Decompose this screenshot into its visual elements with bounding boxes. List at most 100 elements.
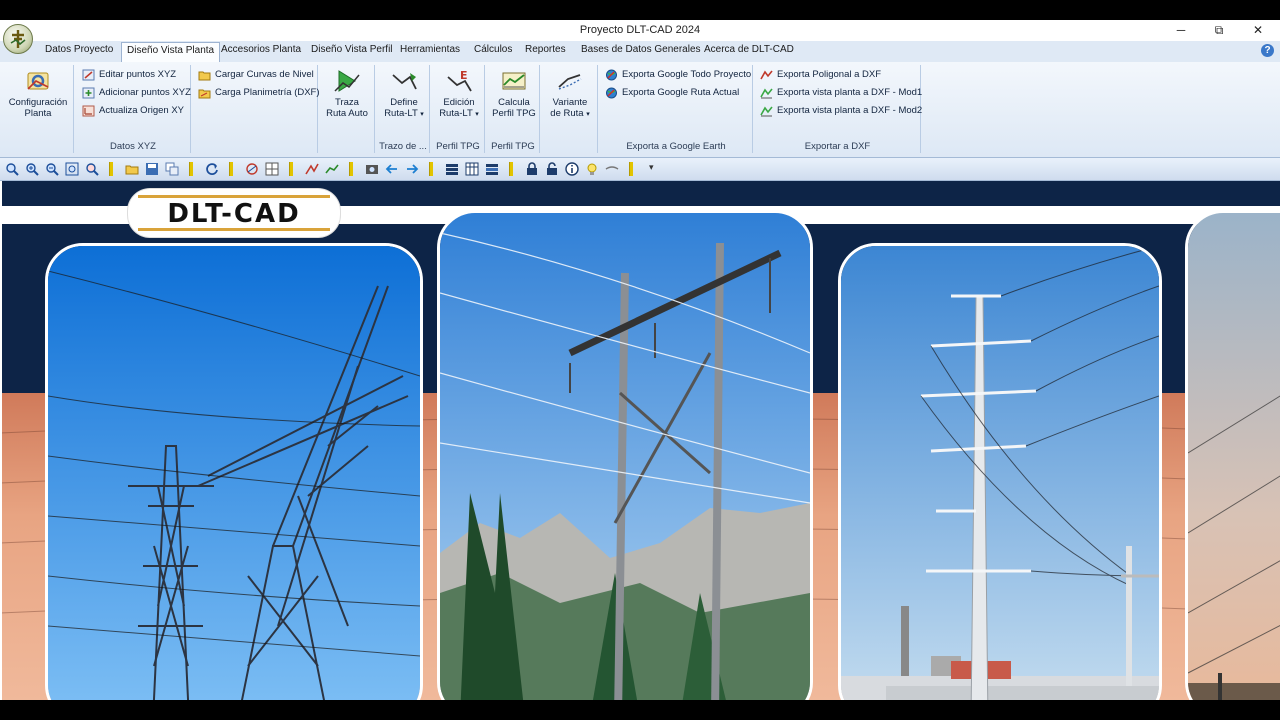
exporta-planta-mod1-button[interactable]: Exporta vista planta a DXF - Mod1 [760, 85, 922, 101]
light-icon[interactable] [585, 162, 599, 176]
toolbar-separator [629, 162, 633, 176]
cargar-curvas-nivel-button[interactable]: Cargar Curvas de Nivel [198, 67, 314, 83]
table-icon[interactable] [465, 162, 479, 176]
photo-panel-lattice-towers [45, 243, 423, 700]
app-logo-icon[interactable] [3, 24, 33, 54]
edicion-ruta-lt-button[interactable]: E Edición Ruta-LT ▾ [434, 67, 484, 120]
toolbar-separator [349, 162, 353, 176]
tab-diseno-vista-planta[interactable]: Diseño Vista Planta [121, 42, 221, 62]
dlt-cad-logo: DLT-CAD [128, 189, 340, 237]
editar-puntos-xyz-button[interactable]: Editar puntos XYZ [82, 67, 176, 83]
logo-rule-top [138, 195, 330, 198]
group-curvas: Cargar Curvas de Nivel Carga Planimetría… [193, 65, 320, 153]
toolbar-separator [429, 162, 433, 176]
edit-route-icon: E [447, 69, 472, 92]
arrow-right-icon[interactable] [405, 162, 419, 176]
layers-icon[interactable] [445, 162, 459, 176]
calcula-perfil-tpg-button[interactable]: Calcula Perfil TPG [489, 67, 539, 119]
logo-rule-bottom [138, 228, 330, 231]
google-earth-icon [606, 69, 617, 81]
zoom-extents-icon[interactable] [5, 162, 19, 176]
carga-planimetria-button[interactable]: Carga Planimetría (DXF) [198, 85, 320, 101]
minimize-button[interactable]: ─ [1166, 22, 1196, 39]
configuracion-planta-button[interactable]: Configuración Planta [6, 67, 70, 119]
toolbar-separator [189, 162, 193, 176]
group-edicion: E Edición Ruta-LT ▾ Perfil TPG [432, 65, 485, 153]
adicionar-puntos-xyz-button[interactable]: Adicionar puntos XYZ [82, 85, 191, 101]
photo-panel-monopole [838, 243, 1162, 700]
zoom-in-icon[interactable] [25, 162, 39, 176]
close-button[interactable]: ✕ [1243, 22, 1273, 39]
tab-bases-de-datos[interactable]: Bases de Datos Generales [581, 44, 701, 55]
tab-calculos[interactable]: Cálculos [474, 44, 512, 55]
info-icon[interactable] [565, 162, 579, 176]
profile-chart-icon [502, 72, 526, 90]
list-icon[interactable] [485, 162, 499, 176]
splash-canvas: DLT-CAD [0, 181, 1280, 700]
group-google-earth: Exporta Google Todo Proyecto Exporta Goo… [600, 65, 753, 153]
group-variante: Variante de Ruta ▾ [542, 65, 598, 153]
perfil-tpg-label-2: Perfil TPG [491, 141, 535, 152]
zoom-out-icon[interactable] [45, 162, 59, 176]
toolbar-overflow-button[interactable]: ▾ [649, 162, 663, 176]
add-points-icon [82, 87, 95, 99]
tab-reportes[interactable]: Reportes [525, 44, 566, 55]
folder-dxf-icon [198, 89, 211, 99]
refresh-icon[interactable] [205, 162, 219, 176]
help-icon[interactable]: ? [1261, 44, 1274, 57]
title-bar: Proyecto DLT-CAD 2024 ─ ⧉ ✕ [0, 20, 1280, 41]
google-earth-route-icon [606, 87, 617, 99]
restore-button[interactable]: ⧉ [1204, 22, 1234, 39]
open-folder-icon[interactable] [125, 162, 139, 176]
profile-icon[interactable] [325, 162, 339, 176]
export-dxf-label: Exportar a DXF [804, 141, 871, 152]
exporta-poligonal-dxf-button[interactable]: Exporta Poligonal a DXF [760, 67, 881, 83]
route-icon[interactable] [305, 162, 319, 176]
actualiza-origen-xy-button[interactable]: Actualiza Origen XY [82, 103, 184, 119]
tab-acerca-de[interactable]: Acerca de DLT-CAD [704, 44, 794, 55]
tab-accesorios-planta[interactable]: Accesorios Planta [221, 44, 301, 55]
exporta-google-ruta-button[interactable]: Exporta Google Ruta Actual [605, 85, 739, 101]
define-ruta-lt-button[interactable]: Define Ruta-LT ▾ [379, 67, 429, 120]
toolbar-separator [509, 162, 513, 176]
group-datos-xyz: Editar puntos XYZ Adicionar puntos XYZ A… [76, 65, 191, 153]
zoom-window-icon[interactable] [65, 162, 79, 176]
lock-icon[interactable] [525, 162, 539, 176]
group-calcula: Calcula Perfil TPG Perfil TPG [487, 65, 540, 153]
tab-datos-proyecto[interactable]: Datos Proyecto [45, 44, 113, 55]
unlock-icon[interactable] [545, 162, 559, 176]
sunset-lines-illustration [1188, 213, 1280, 700]
grid-icon[interactable] [265, 162, 279, 176]
toolbar-separator [109, 162, 113, 176]
dxf-plan-icon [760, 106, 773, 117]
toolbar-separator [229, 162, 233, 176]
perfil-tpg-label-1: Perfil TPG [436, 141, 480, 152]
datos-xyz-label: Datos XYZ [110, 141, 156, 152]
tab-diseno-vista-perfil[interactable]: Diseño Vista Perfil [311, 44, 393, 55]
line-icon[interactable] [605, 162, 619, 176]
toolbar-separator [289, 162, 293, 176]
copy-icon[interactable] [165, 162, 179, 176]
dxf-polygon-icon [760, 70, 773, 80]
group-traza: Traza Ruta Auto [320, 65, 375, 153]
edit-points-icon [82, 69, 95, 81]
menu-tabs: Datos Proyecto Diseño Vista Planta Acces… [0, 41, 1280, 63]
exporta-google-todo-button[interactable]: Exporta Google Todo Proyecto [605, 67, 751, 83]
tab-herramientas[interactable]: Herramientas [400, 44, 460, 55]
save-icon[interactable] [145, 162, 159, 176]
settings-plant-icon [27, 72, 49, 90]
traza-ruta-auto-button[interactable]: Traza Ruta Auto [322, 67, 372, 119]
update-origin-icon [82, 105, 95, 117]
variante-de-ruta-button[interactable]: Variante de Ruta ▾ [544, 67, 596, 120]
arrow-left-icon[interactable] [385, 162, 399, 176]
ribbon: Configuración Planta Editar puntos XYZ A… [0, 62, 1280, 158]
map-icon[interactable] [245, 162, 259, 176]
photo-panel-h-frame [437, 210, 813, 700]
camera-icon[interactable] [365, 162, 379, 176]
zoom-previous-icon[interactable] [85, 162, 99, 176]
window-title: Proyecto DLT-CAD 2024 [579, 24, 701, 36]
svg-text:E: E [460, 69, 468, 82]
exporta-planta-mod2-button[interactable]: Exporta vista planta a DXF - Mod2 [760, 103, 922, 119]
group-define: Define Ruta-LT ▾ Trazo de ... [377, 65, 430, 153]
monopole-illustration [841, 246, 1159, 700]
